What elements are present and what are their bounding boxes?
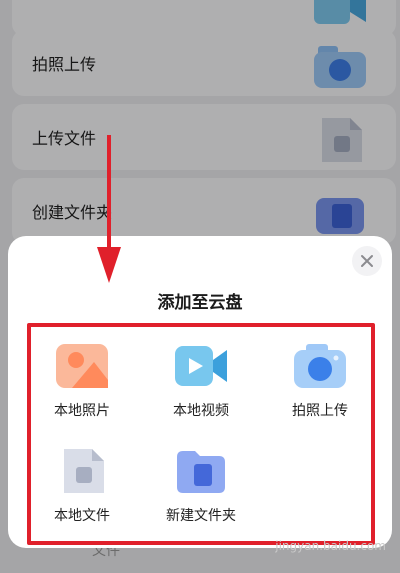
close-button[interactable] (352, 246, 382, 276)
annotation-arrow-icon (97, 135, 121, 283)
watermark: jingyan.baidu.com (275, 539, 386, 553)
sheet-title: 添加至云盘 (157, 293, 243, 313)
close-icon (361, 255, 373, 267)
annotation-highlight-box (27, 323, 375, 545)
